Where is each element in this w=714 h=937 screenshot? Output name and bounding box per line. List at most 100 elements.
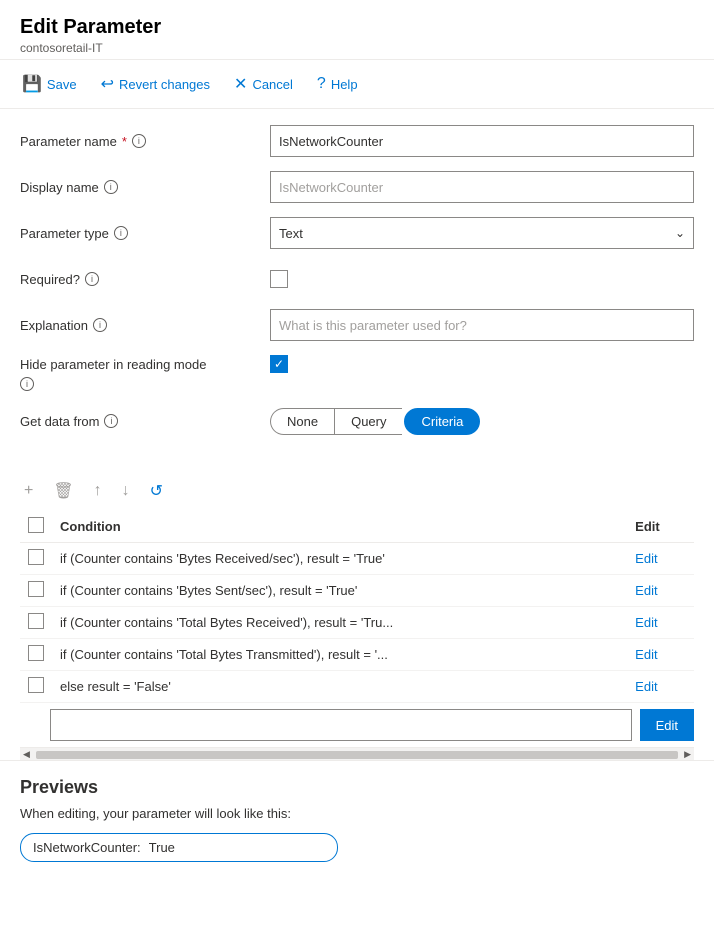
preview-field-label: IsNetworkCounter: [33,840,141,855]
row-checkbox-cell [20,575,52,607]
edit-link-0[interactable]: Edit [635,551,657,566]
row-checkbox-cell [20,607,52,639]
display-name-row: Display name i [20,171,694,203]
table-row: if (Counter contains 'Bytes Sent/sec'), … [20,575,694,607]
table-row: if (Counter contains 'Total Bytes Transm… [20,639,694,671]
table-row: else result = 'False' Edit [20,671,694,703]
toolbar: 💾 Save ↩ Revert changes ✕ Cancel ? Help [0,60,714,109]
delete-condition-button[interactable]: 🗑 [49,479,77,503]
condition-cell: if (Counter contains 'Total Bytes Receiv… [52,607,627,639]
get-data-control: None Query Criteria [270,408,694,435]
get-data-info-icon[interactable]: i [104,414,118,428]
parameter-name-label: Parameter name * i [20,134,270,149]
edit-link-1[interactable]: Edit [635,583,657,598]
table-row: if (Counter contains 'Total Bytes Receiv… [20,607,694,639]
form-body: Parameter name * i Display name i Parame… [0,109,714,467]
scroll-right-arrow[interactable]: ▶ [681,749,694,760]
get-data-row: Get data from i None Query Criteria [20,405,694,437]
save-icon: 💾 [22,74,42,94]
get-data-label: Get data from i [20,414,270,429]
row-checkbox-4[interactable] [28,677,44,693]
hide-param-row: Hide parameter in reading mode i [20,355,694,391]
explanation-input[interactable] [270,309,694,341]
move-up-button[interactable]: ↑ [90,480,106,502]
help-icon: ? [317,75,326,93]
criteria-edit-button[interactable]: Edit [640,709,694,741]
parameter-type-control: Text ⌄ [270,217,694,249]
hide-param-top: Hide parameter in reading mode [20,355,694,373]
display-name-control [270,171,694,203]
explanation-row: Explanation i [20,309,694,341]
header-checkbox-cell [20,511,52,543]
edit-link-3[interactable]: Edit [635,647,657,662]
edit-cell: Edit [627,607,694,639]
hide-param-control [270,355,694,373]
row-checkbox-cell [20,671,52,703]
required-info-icon[interactable]: i [85,272,99,286]
row-checkbox-cell [20,543,52,575]
required-checkbox[interactable] [270,270,288,288]
get-data-radio-group: None Query Criteria [270,408,694,435]
row-checkbox-1[interactable] [28,581,44,597]
row-checkbox-cell [20,639,52,671]
refresh-button[interactable]: ↺ [146,479,167,503]
page-title: Edit Parameter [20,16,694,39]
previews-title: Previews [20,777,694,798]
select-all-checkbox[interactable] [28,517,44,533]
scroll-left-arrow[interactable]: ◀ [20,749,33,760]
condition-cell: else result = 'False' [52,671,627,703]
edit-cell: Edit [627,671,694,703]
horizontal-scrollbar[interactable]: ◀ ▶ [20,748,694,760]
hide-param-label: Hide parameter in reading mode [20,357,270,372]
add-condition-button[interactable]: + [20,480,37,502]
hide-param-checkbox[interactable] [270,355,288,373]
preview-field-input[interactable] [149,840,325,855]
criteria-section: + 🗑 ↑ ↓ ↺ Condition Edit if (Counter con… [0,471,714,760]
parameter-type-select[interactable]: Text ⌄ [270,217,694,249]
criteria-input-row: Edit [20,703,694,747]
explanation-label: Explanation i [20,318,270,333]
edit-link-4[interactable]: Edit [635,679,657,694]
criteria-text-input[interactable] [50,709,632,741]
parameter-name-input[interactable] [270,125,694,157]
cancel-button[interactable]: ✕ Cancel [232,70,295,98]
condition-cell: if (Counter contains 'Bytes Received/sec… [52,543,627,575]
edit-column-header: Edit [627,511,694,543]
cancel-icon: ✕ [234,74,247,94]
display-name-label: Display name i [20,180,270,195]
criteria-toolbar: + 🗑 ↑ ↓ ↺ [20,471,694,511]
get-data-criteria-button[interactable]: Criteria [404,408,480,435]
required-row: Required? i [20,263,694,295]
hide-param-info-icon[interactable]: i [20,377,34,391]
criteria-table-body: if (Counter contains 'Bytes Received/sec… [20,543,694,703]
get-data-query-button[interactable]: Query [334,408,402,435]
display-name-info-icon[interactable]: i [104,180,118,194]
get-data-none-button[interactable]: None [270,408,334,435]
revert-icon: ↩ [101,74,114,94]
row-checkbox-0[interactable] [28,549,44,565]
required-label: Required? i [20,272,270,287]
explanation-control [270,309,694,341]
explanation-info-icon[interactable]: i [93,318,107,332]
preview-field: IsNetworkCounter: [20,833,338,862]
help-button[interactable]: ? Help [315,71,360,97]
page-header: Edit Parameter contosoretail-IT [0,0,714,60]
chevron-down-icon: ⌄ [675,226,685,240]
move-down-button[interactable]: ↓ [118,480,134,502]
display-name-input[interactable] [270,171,694,203]
criteria-table-header: Condition Edit [20,511,694,543]
row-checkbox-2[interactable] [28,613,44,629]
edit-cell: Edit [627,575,694,607]
revert-button[interactable]: ↩ Revert changes [99,70,212,98]
parameter-name-info-icon[interactable]: i [132,134,146,148]
edit-link-2[interactable]: Edit [635,615,657,630]
scroll-thumb [36,751,678,759]
save-button[interactable]: 💾 Save [20,70,79,98]
parameter-name-control [270,125,694,157]
parameter-type-info-icon[interactable]: i [114,226,128,240]
criteria-table: Condition Edit if (Counter contains 'Byt… [20,511,694,703]
edit-cell: Edit [627,639,694,671]
previews-section: Previews When editing, your parameter wi… [0,760,714,878]
criteria-table-container: Condition Edit if (Counter contains 'Byt… [20,511,694,748]
row-checkbox-3[interactable] [28,645,44,661]
